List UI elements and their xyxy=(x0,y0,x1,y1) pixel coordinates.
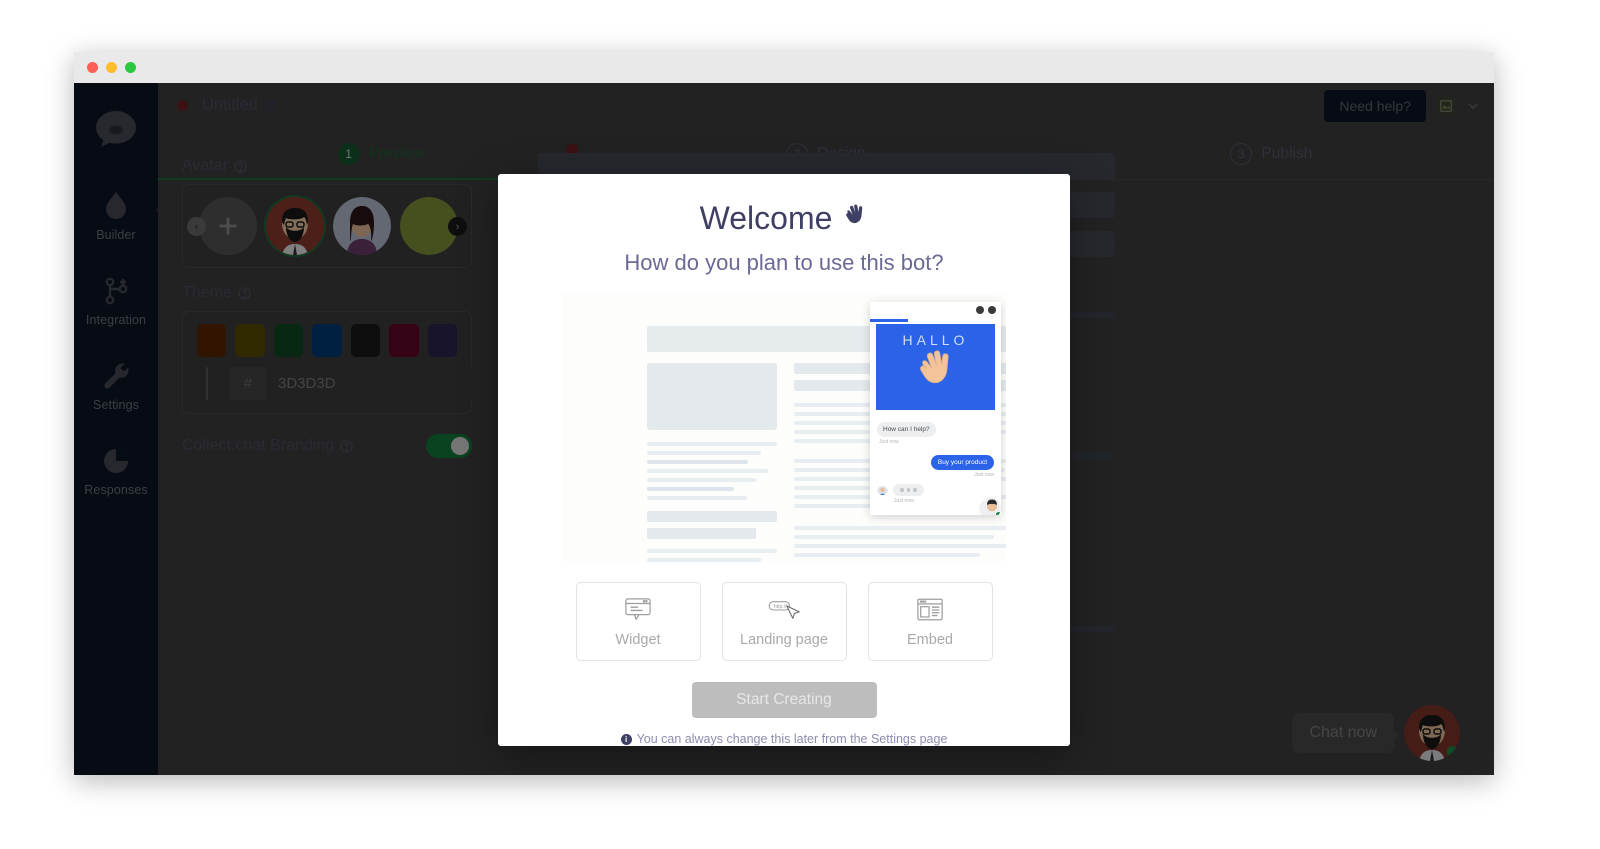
chat-widget-preview: HALLO How can I help? Just now Buy your … xyxy=(870,302,1001,515)
option-embed[interactable]: Embed xyxy=(867,582,993,662)
modal-title: Welcome xyxy=(700,200,869,237)
widget-outgoing-row: Buy your product Just now xyxy=(877,451,994,478)
widget-message-outgoing: Buy your product xyxy=(930,455,994,470)
option-widget[interactable]: Widget xyxy=(575,582,701,662)
widget-accent-bar xyxy=(870,319,908,322)
close-window-button[interactable] xyxy=(87,62,98,73)
chat-widget-icon xyxy=(624,596,652,624)
waving-hand-icon xyxy=(842,202,868,235)
browser-window: Builder Integration Settings Responses U… xyxy=(74,52,1494,775)
skeleton-hero-block xyxy=(647,363,777,430)
option-label: Widget xyxy=(615,631,661,648)
svg-text:http://: http:// xyxy=(774,604,787,610)
widget-message-time: Just now xyxy=(974,472,994,478)
bot-preview-illustration: HALLO How can I help? Just now Buy your … xyxy=(562,293,1006,563)
online-status-dot xyxy=(996,512,1001,515)
avatar xyxy=(877,484,888,496)
modal-title-text: Welcome xyxy=(699,200,833,236)
minimize-icon[interactable] xyxy=(976,306,984,314)
widget-hero: HALLO xyxy=(876,324,995,410)
option-label: Landing page xyxy=(740,631,828,648)
widget-agent-avatar xyxy=(977,495,1001,515)
embed-layout-icon xyxy=(916,596,944,624)
window-titlebar xyxy=(74,52,1494,83)
widget-typing-row xyxy=(877,484,994,496)
skeleton-main-column xyxy=(647,363,777,562)
widget-message-time: Just now xyxy=(879,439,899,445)
zoom-window-button[interactable] xyxy=(125,62,136,73)
modal-footer-text: You can always change this later from th… xyxy=(636,732,948,746)
url-bar-cursor-icon: http:// xyxy=(768,596,800,624)
waving-hand-icon xyxy=(914,346,958,401)
close-icon[interactable] xyxy=(988,306,996,314)
typing-indicator xyxy=(893,484,924,496)
info-icon: i xyxy=(620,733,632,745)
widget-controls xyxy=(976,306,996,314)
option-landing-page[interactable]: http:// Landing page xyxy=(721,582,847,662)
modal-footer-note: i You can always change this later from … xyxy=(620,732,948,746)
widget-messages: How can I help? Just now Buy your produc… xyxy=(870,410,1001,504)
usage-options: Widget http:// Landing page Embed xyxy=(575,582,993,662)
widget-topbar xyxy=(870,302,1001,320)
option-label: Embed xyxy=(907,631,953,648)
start-creating-button[interactable]: Start Creating xyxy=(691,682,877,718)
minimize-window-button[interactable] xyxy=(106,62,117,73)
welcome-modal: Welcome How do you plan to use this bot? xyxy=(498,174,1070,746)
widget-message-incoming: How can I help? xyxy=(877,422,936,437)
screen: Builder Integration Settings Responses U… xyxy=(0,0,1600,849)
app-viewport: Builder Integration Settings Responses U… xyxy=(74,83,1494,775)
modal-subtitle: How do you plan to use this bot? xyxy=(624,250,944,275)
